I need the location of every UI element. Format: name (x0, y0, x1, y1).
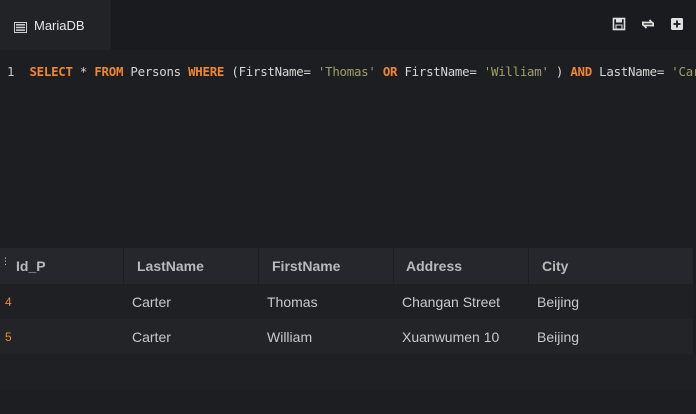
column-label: City (542, 258, 569, 274)
column-label: FirstName (272, 258, 341, 274)
token: ) (555, 64, 571, 79)
results-grid: ⋮ Id_P LastName FirstName Address City 4… (0, 248, 696, 414)
token: 'William' (483, 64, 549, 79)
grid-header: ⋮ Id_P LastName FirstName Address City (0, 248, 693, 284)
cell-firstname[interactable]: Thomas (259, 284, 394, 319)
column-header-firstname[interactable]: FirstName (259, 248, 394, 284)
token: SELECT (29, 64, 73, 79)
code-line: 1 SELECT * FROM Persons WHERE (FirstName… (7, 64, 696, 79)
token: * (79, 64, 95, 79)
token: 'Thomas' (317, 64, 376, 79)
tab-mariadb[interactable]: MariaDB (0, 0, 111, 50)
column-header-lastname[interactable]: LastName (124, 248, 259, 284)
column-header-id-p[interactable]: Id_P (0, 248, 124, 284)
toolbar (612, 16, 684, 32)
swap-button[interactable] (641, 17, 655, 31)
column-header-city[interactable]: City (529, 248, 693, 284)
cell-city[interactable]: Beijing (529, 319, 693, 354)
plus-square-icon (671, 18, 683, 30)
save-icon (612, 17, 626, 31)
top-bar: MariaDB (0, 0, 696, 50)
token: FROM (94, 64, 124, 79)
cell-lastname[interactable]: Carter (124, 319, 259, 354)
database-icon (14, 20, 27, 33)
table-row[interactable]: 5 Carter William Xuanwumen 10 Beijing (0, 319, 693, 354)
column-label: Address (406, 258, 463, 274)
token: Persons (130, 64, 189, 79)
row-resize-handle[interactable]: ⋮ (1, 257, 10, 267)
swap-icon (641, 19, 655, 29)
sql-editor[interactable]: 1 SELECT * FROM Persons WHERE (FirstName… (0, 50, 696, 236)
column-header-address[interactable]: Address (394, 248, 529, 284)
column-label: Id_P (16, 258, 46, 274)
token: (FirstName= (231, 64, 311, 79)
table-row[interactable]: 4 Carter Thomas Changan Street Beijing (0, 284, 693, 319)
sql-query: SELECT * FROM Persons WHERE (FirstName= … (29, 64, 696, 79)
cell-id[interactable]: 5 (0, 319, 124, 354)
line-number: 1 (7, 64, 15, 79)
token: OR (382, 64, 398, 79)
token: AND (570, 64, 592, 79)
save-button[interactable] (612, 17, 626, 31)
cell-firstname[interactable]: William (259, 319, 394, 354)
add-button[interactable] (670, 17, 684, 31)
cell-address[interactable]: Changan Street (394, 284, 529, 319)
column-label: LastName (137, 258, 204, 274)
cell-address[interactable]: Xuanwumen 10 (394, 319, 529, 354)
token: 'Carter' (671, 64, 696, 79)
cell-id[interactable]: 4 (0, 284, 124, 319)
token: FirstName= (404, 64, 477, 79)
tab-label: MariaDB (34, 17, 85, 33)
cell-lastname[interactable]: Carter (124, 284, 259, 319)
empty-row (0, 354, 696, 389)
cell-city[interactable]: Beijing (529, 284, 693, 319)
token: LastName= (599, 64, 665, 79)
token: WHERE (188, 64, 225, 79)
